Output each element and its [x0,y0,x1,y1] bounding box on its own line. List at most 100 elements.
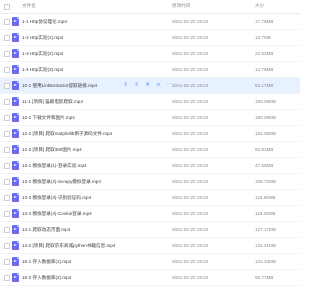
row-checkbox[interactable] [4,227,10,233]
video-file-icon [12,113,19,122]
row-checkbox[interactable] [4,83,10,89]
file-date: 2021-02-20 19:42 [172,275,209,280]
file-row[interactable]: 10-1 使用LinkExtractor提取链接.mp4 ⇪ ⇩ ✕ ∞ ⋯ 2021-02… [0,78,300,94]
column-header-size[interactable]: 大小 [255,3,264,9]
file-name[interactable]: 14-2 [项目] 爬取京东商城python书籍信息.mp4 [22,243,115,249]
video-file-icon [12,97,19,106]
file-size: 127.17MB [255,227,276,232]
row-checkbox[interactable] [4,147,10,153]
video-file-icon [12,81,19,90]
file-row[interactable]: 13-3 模拟登录(3)-识别验证码.mp4 2021-02-20 19:42 11… [0,190,300,206]
file-name[interactable]: 14-1 爬取动态页面.mp4 [22,227,70,233]
file-name[interactable]: 13-1 模拟登录(1)-登录实验.mp4 [22,163,87,169]
file-name[interactable]: 1-4 Http实验(3).mp4 [22,67,63,73]
file-row[interactable]: 12-3 [项目] 爬取360图片.mp4 2021-02-20 19:42 82.… [0,142,300,158]
video-file-icon [12,193,19,202]
file-date: 2021-02-20 19:42 [172,115,209,120]
file-date: 2021-02-20 19:42 [172,131,209,136]
row-checkbox[interactable] [4,259,10,265]
file-date: 2021-02-20 19:42 [172,67,209,72]
file-date: 2021-02-20 19:42 [172,99,209,104]
file-size: 13.7MB [255,35,271,40]
file-row[interactable]: 14-1 爬取动态页面.mp4 2021-02-20 19:42 127.17MB [0,222,300,238]
video-file-icon [12,273,19,282]
file-name[interactable]: 12-3 [项目] 爬取360图片.mp4 [22,147,82,153]
row-checkbox[interactable] [4,243,10,249]
file-date: 2021-02-20 19:42 [172,19,209,24]
video-file-icon [12,33,19,42]
file-size: 116.65MB [255,195,276,200]
file-list-header: 文件名 修改时间 大小 [0,0,300,14]
file-size: 193.08MB [255,99,276,104]
file-date: 2021-02-20 19:42 [172,83,209,88]
file-name[interactable]: 13-4 模拟登录(4)-Cookie登录.mp4 [22,211,92,217]
file-date: 2021-02-20 19:42 [172,163,209,168]
download-icon[interactable]: ⇩ [133,82,140,89]
file-name[interactable]: 12-1 下载文件和图片.mp4 [22,115,75,121]
file-size: 106.72MB [255,179,276,184]
file-row[interactable]: 15-2 存入数据库(2).mp4 2021-02-20 19:42 65.77MB [0,270,300,286]
row-checkbox[interactable] [4,19,10,25]
file-name[interactable]: 12-2 [项目] 爬取matplotlib例子源码文件.mp4 [22,131,112,137]
file-size: 83.17MB [255,83,274,88]
file-size: 47.60MB [255,163,274,168]
file-name[interactable]: 11-1 [项目] 猫眼电影爬取.mp4 [22,99,83,105]
file-row[interactable]: 12-2 [项目] 爬取matplotlib例子源码文件.mp4 2021-02-… [0,126,300,142]
file-name[interactable]: 15-1 存入数据库(1).mp4 [22,259,71,265]
file-size: 65.77MB [255,275,274,280]
column-header-name[interactable]: 文件名 [22,3,36,9]
file-size: 160.09MB [255,115,276,120]
file-row[interactable]: 12-1 下载文件和图片.mp4 2021-02-20 19:42 160.09MB [0,110,300,126]
row-checkbox[interactable] [4,195,10,201]
file-name[interactable]: 1-2 Http实验(1).mp4 [22,35,63,41]
file-date: 2021-02-20 19:42 [172,227,209,232]
file-row[interactable]: 1-2 Http实验(1).mp4 2021-02-20 19:42 13.7MB [0,30,300,46]
file-row[interactable]: 14-2 [项目] 爬取京东商城python书籍信息.mp4 2021-02-20… [0,238,300,254]
file-name[interactable]: 15-2 存入数据库(2).mp4 [22,275,71,281]
row-checkbox[interactable] [4,67,10,73]
file-name[interactable]: 13-3 模拟登录(3)-识别验证码.mp4 [22,195,91,201]
video-file-icon [12,257,19,266]
file-date: 2021-02-20 19:42 [172,35,209,40]
row-checkbox[interactable] [4,275,10,281]
file-row[interactable]: 13-4 模拟登录(4)-Cookie登录.mp4 2021-02-20 19:4… [0,206,300,222]
video-file-icon [12,161,19,170]
column-header-date[interactable]: 修改时间 [172,3,190,9]
video-file-icon [12,129,19,138]
file-name[interactable]: 1-1 Http协议理论.mp4 [22,19,67,25]
file-row[interactable]: 15-1 存入数据库(1).mp4 2021-02-20 19:42 104.33M… [0,254,300,270]
file-row[interactable]: 13-2 模拟登录(2)-Scrapy模拟登录.mp4 2021-02-20 19… [0,174,300,190]
file-date: 2021-02-20 19:42 [172,179,209,184]
file-date: 2021-02-20 19:42 [172,51,209,56]
file-size: 154.05MB [255,131,276,136]
row-checkbox[interactable] [4,179,10,185]
link-icon[interactable]: ∞ [155,82,162,89]
select-all-checkbox[interactable] [4,4,10,10]
file-row[interactable]: 1-1 Http协议理论.mp4 2021-02-20 19:42 17.76MB [0,14,300,30]
file-row[interactable]: 1-4 Http实验(3).mp4 2021-02-20 19:42 14.76MB [0,62,300,78]
file-name[interactable]: 10-1 使用LinkExtractor提取链接.mp4 [22,83,97,89]
file-row[interactable]: 11-1 [项目] 猫眼电影爬取.mp4 2021-02-20 19:42 193.… [0,94,300,110]
file-size: 82.81MB [255,147,274,152]
row-checkbox[interactable] [4,115,10,121]
file-size: 22.53MB [255,51,274,56]
delete-icon[interactable]: ✕ [144,82,151,89]
share-icon[interactable]: ⇪ [122,82,129,89]
video-file-icon [12,17,19,26]
file-row[interactable]: 13-1 模拟登录(1)-登录实验.mp4 2021-02-20 19:42 47.… [0,158,300,174]
file-size: 134.41MB [255,243,276,248]
file-date: 2021-02-20 19:42 [172,195,209,200]
row-checkbox[interactable] [4,51,10,57]
file-name[interactable]: 1-3 Http实验(2).mp4 [22,51,63,57]
video-file-icon [12,225,19,234]
row-checkbox[interactable] [4,99,10,105]
row-checkbox[interactable] [4,163,10,169]
file-row[interactable]: 1-3 Http实验(2).mp4 2021-02-20 19:42 22.53MB [0,46,300,62]
video-file-icon [12,177,19,186]
video-file-icon [12,241,19,250]
row-checkbox[interactable] [4,131,10,137]
file-date: 2021-02-20 19:42 [172,259,209,264]
row-checkbox[interactable] [4,211,10,217]
row-checkbox[interactable] [4,35,10,41]
file-name[interactable]: 13-2 模拟登录(2)-Scrapy模拟登录.mp4 [22,179,101,185]
